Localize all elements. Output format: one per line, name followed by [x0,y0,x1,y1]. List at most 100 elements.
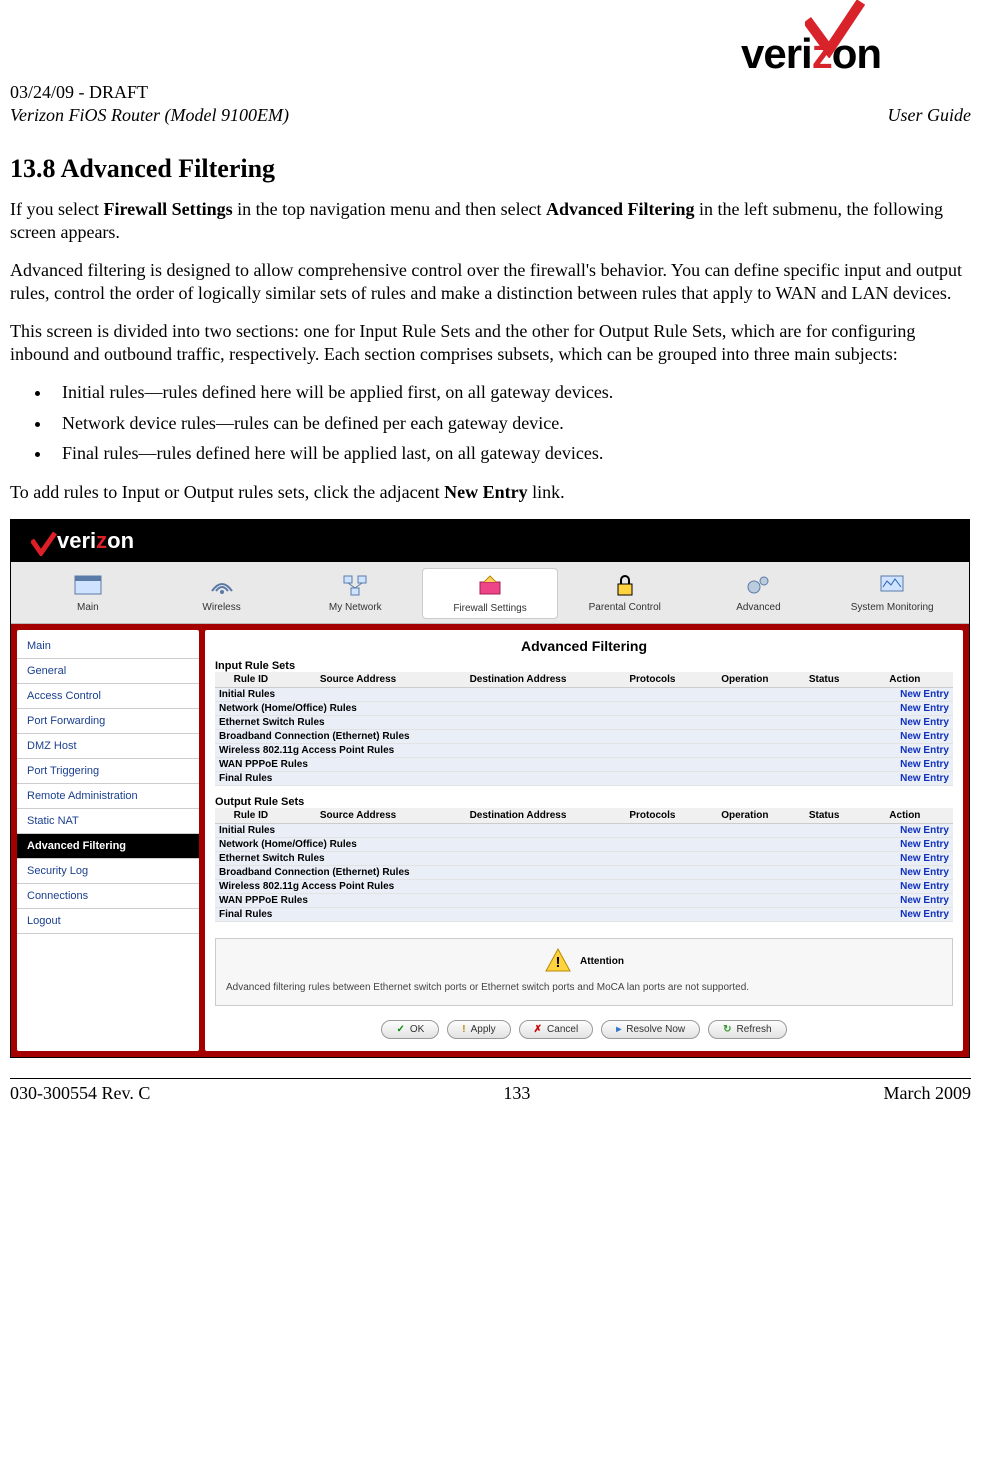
new-entry-link[interactable]: New Entry [900,689,949,700]
left-sidebar: Main General Access Control Port Forward… [17,630,199,1051]
cancel-button[interactable]: ✗Cancel [519,1020,594,1039]
rule-name: Wireless 802.11g Access Point Rules [215,880,857,894]
sidebar-item-port-triggering[interactable]: Port Triggering [17,759,199,784]
rule-name: Initial Rules [215,688,857,702]
firewall-icon [427,571,553,601]
nav-label: Wireless [202,602,240,613]
sidebar-item-connections[interactable]: Connections [17,884,199,909]
new-entry-link[interactable]: New Entry [900,909,949,920]
rule-row: Network (Home/Office) Rules New Entry [215,838,953,852]
doc-type: User Guide [888,105,972,126]
rule-row: Final Rules New Entry [215,908,953,922]
sidebar-item-access-control[interactable]: Access Control [17,684,199,709]
sidebar-item-remote-admin[interactable]: Remote Administration [17,784,199,809]
gears-icon [696,570,822,600]
nav-label: Main [77,602,99,613]
checkmark-icon: ✓ [396,1024,404,1035]
new-entry-link[interactable]: New Entry [900,759,949,770]
new-entry-link[interactable]: New Entry [900,703,949,714]
footer-right: March 2009 [884,1083,971,1104]
nav-main[interactable]: Main [21,568,155,619]
new-entry-link[interactable]: New Entry [900,717,949,728]
refresh-icon: ↻ [723,1024,731,1035]
sidebar-item-main[interactable]: Main [17,634,199,659]
page-footer: 030-300554 Rev. C 133 March 2009 [10,1078,971,1114]
sidebar-item-static-nat[interactable]: Static NAT [17,809,199,834]
rule-name: Final Rules [215,908,857,922]
rule-name: WAN PPPoE Rules [215,758,857,772]
col-status: Status [792,672,857,688]
sidebar-item-security-log[interactable]: Security Log [17,859,199,884]
nav-mynetwork[interactable]: My Network [288,568,422,619]
input-rule-sets-label: Input Rule Sets [215,660,953,672]
new-entry-link[interactable]: New Entry [900,853,949,864]
col-source: Source Address [287,808,430,824]
output-rule-sets-label: Output Rule Sets [215,796,953,808]
col-rule-id: Rule ID [215,808,287,824]
new-entry-link[interactable]: New Entry [900,773,949,784]
rule-name: Wireless 802.11g Access Point Rules [215,744,857,758]
attention-box: ! Attention Advanced filtering rules bet… [215,938,953,1006]
bullet-item: Network device rules—rules can be define… [52,412,971,435]
input-rules-table: Rule ID Source Address Destination Addre… [215,672,953,786]
rule-row: Broadband Connection (Ethernet) Rules New… [215,730,953,744]
rule-row: Wireless 802.11g Access Point Rules New E… [215,880,953,894]
window-icon [25,570,151,600]
new-entry-link[interactable]: New Entry [900,825,949,836]
rule-name: Ethernet Switch Rules [215,716,857,730]
sidebar-item-general[interactable]: General [17,659,199,684]
sidebar-item-advanced-filtering[interactable]: Advanced Filtering [17,834,199,859]
rule-row: Final RulesNew Entry [215,772,953,786]
new-entry-link[interactable]: New Entry [900,867,949,878]
section-heading: 13.8 Advanced Filtering [10,154,971,184]
footer-page-number: 133 [503,1083,530,1104]
new-entry-link[interactable]: New Entry [900,839,949,850]
refresh-button[interactable]: ↻Refresh [708,1020,786,1039]
output-rules-table: Rule ID Source Address Destination Addre… [215,808,953,922]
col-source: Source Address [287,672,430,688]
nav-advanced[interactable]: Advanced [692,568,826,619]
ok-button[interactable]: ✓OK [381,1020,439,1039]
top-nav: Main Wireless My Network Firewall Settin… [11,562,969,624]
buttons-row: ✓OK !Apply ✗Cancel ▸Resolve Now ↻Refresh [215,1020,953,1039]
attention-text: Advanced filtering rules between Etherne… [226,982,942,993]
rule-name: Ethernet Switch Rules [215,852,857,866]
intro-paragraph-1: If you select Firewall Settings in the t… [10,198,971,243]
monitor-icon [829,570,955,600]
intro-paragraph-3: This screen is divided into two sections… [10,320,971,365]
new-entry-link[interactable]: New Entry [900,731,949,742]
rule-row: Ethernet Switch Rules New Entry [215,852,953,866]
new-entry-link[interactable]: New Entry [900,895,949,906]
sidebar-item-logout[interactable]: Logout [17,909,199,934]
footer-left: 030-300554 Rev. C [10,1083,150,1104]
rule-name: Network (Home/Office) Rules [215,838,857,852]
nav-firewall[interactable]: Firewall Settings [422,568,558,619]
rule-row: Initial Rules New Entry [215,824,953,838]
new-entry-link[interactable]: New Entry [900,745,949,756]
main-panel: Advanced Filtering Input Rule Sets Rule … [205,630,963,1051]
resolve-now-button[interactable]: ▸Resolve Now [601,1020,700,1039]
nav-wireless[interactable]: Wireless [155,568,289,619]
nav-sysmon[interactable]: System Monitoring [825,568,959,619]
panel-title: Advanced Filtering [215,638,953,654]
new-entry-link[interactable]: New Entry [900,881,949,892]
intro-paragraph-2: Advanced filtering is designed to allow … [10,259,971,304]
nav-label: Firewall Settings [453,603,526,614]
rule-name: WAN PPPoE Rules [215,894,857,908]
router-header: verizon [11,520,969,562]
sidebar-item-port-forwarding[interactable]: Port Forwarding [17,709,199,734]
col-rule-id: Rule ID [215,672,287,688]
rule-name: Initial Rules [215,824,857,838]
nav-parental[interactable]: Parental Control [558,568,692,619]
sidebar-item-dmz-host[interactable]: DMZ Host [17,734,199,759]
rule-row: WAN PPPoE Rules New Entry [215,894,953,908]
nav-label: My Network [329,602,382,613]
apply-button[interactable]: !Apply [447,1020,510,1039]
rule-name: Broadband Connection (Ethernet) Rules [215,730,857,744]
nav-label: Advanced [736,602,780,613]
col-dest: Destination Address [429,808,606,824]
rule-row: Wireless 802.11g Access Point Rules New E… [215,744,953,758]
close-icon: ✗ [534,1024,542,1035]
warning-icon: ! [544,947,572,976]
col-protocols: Protocols [607,808,699,824]
